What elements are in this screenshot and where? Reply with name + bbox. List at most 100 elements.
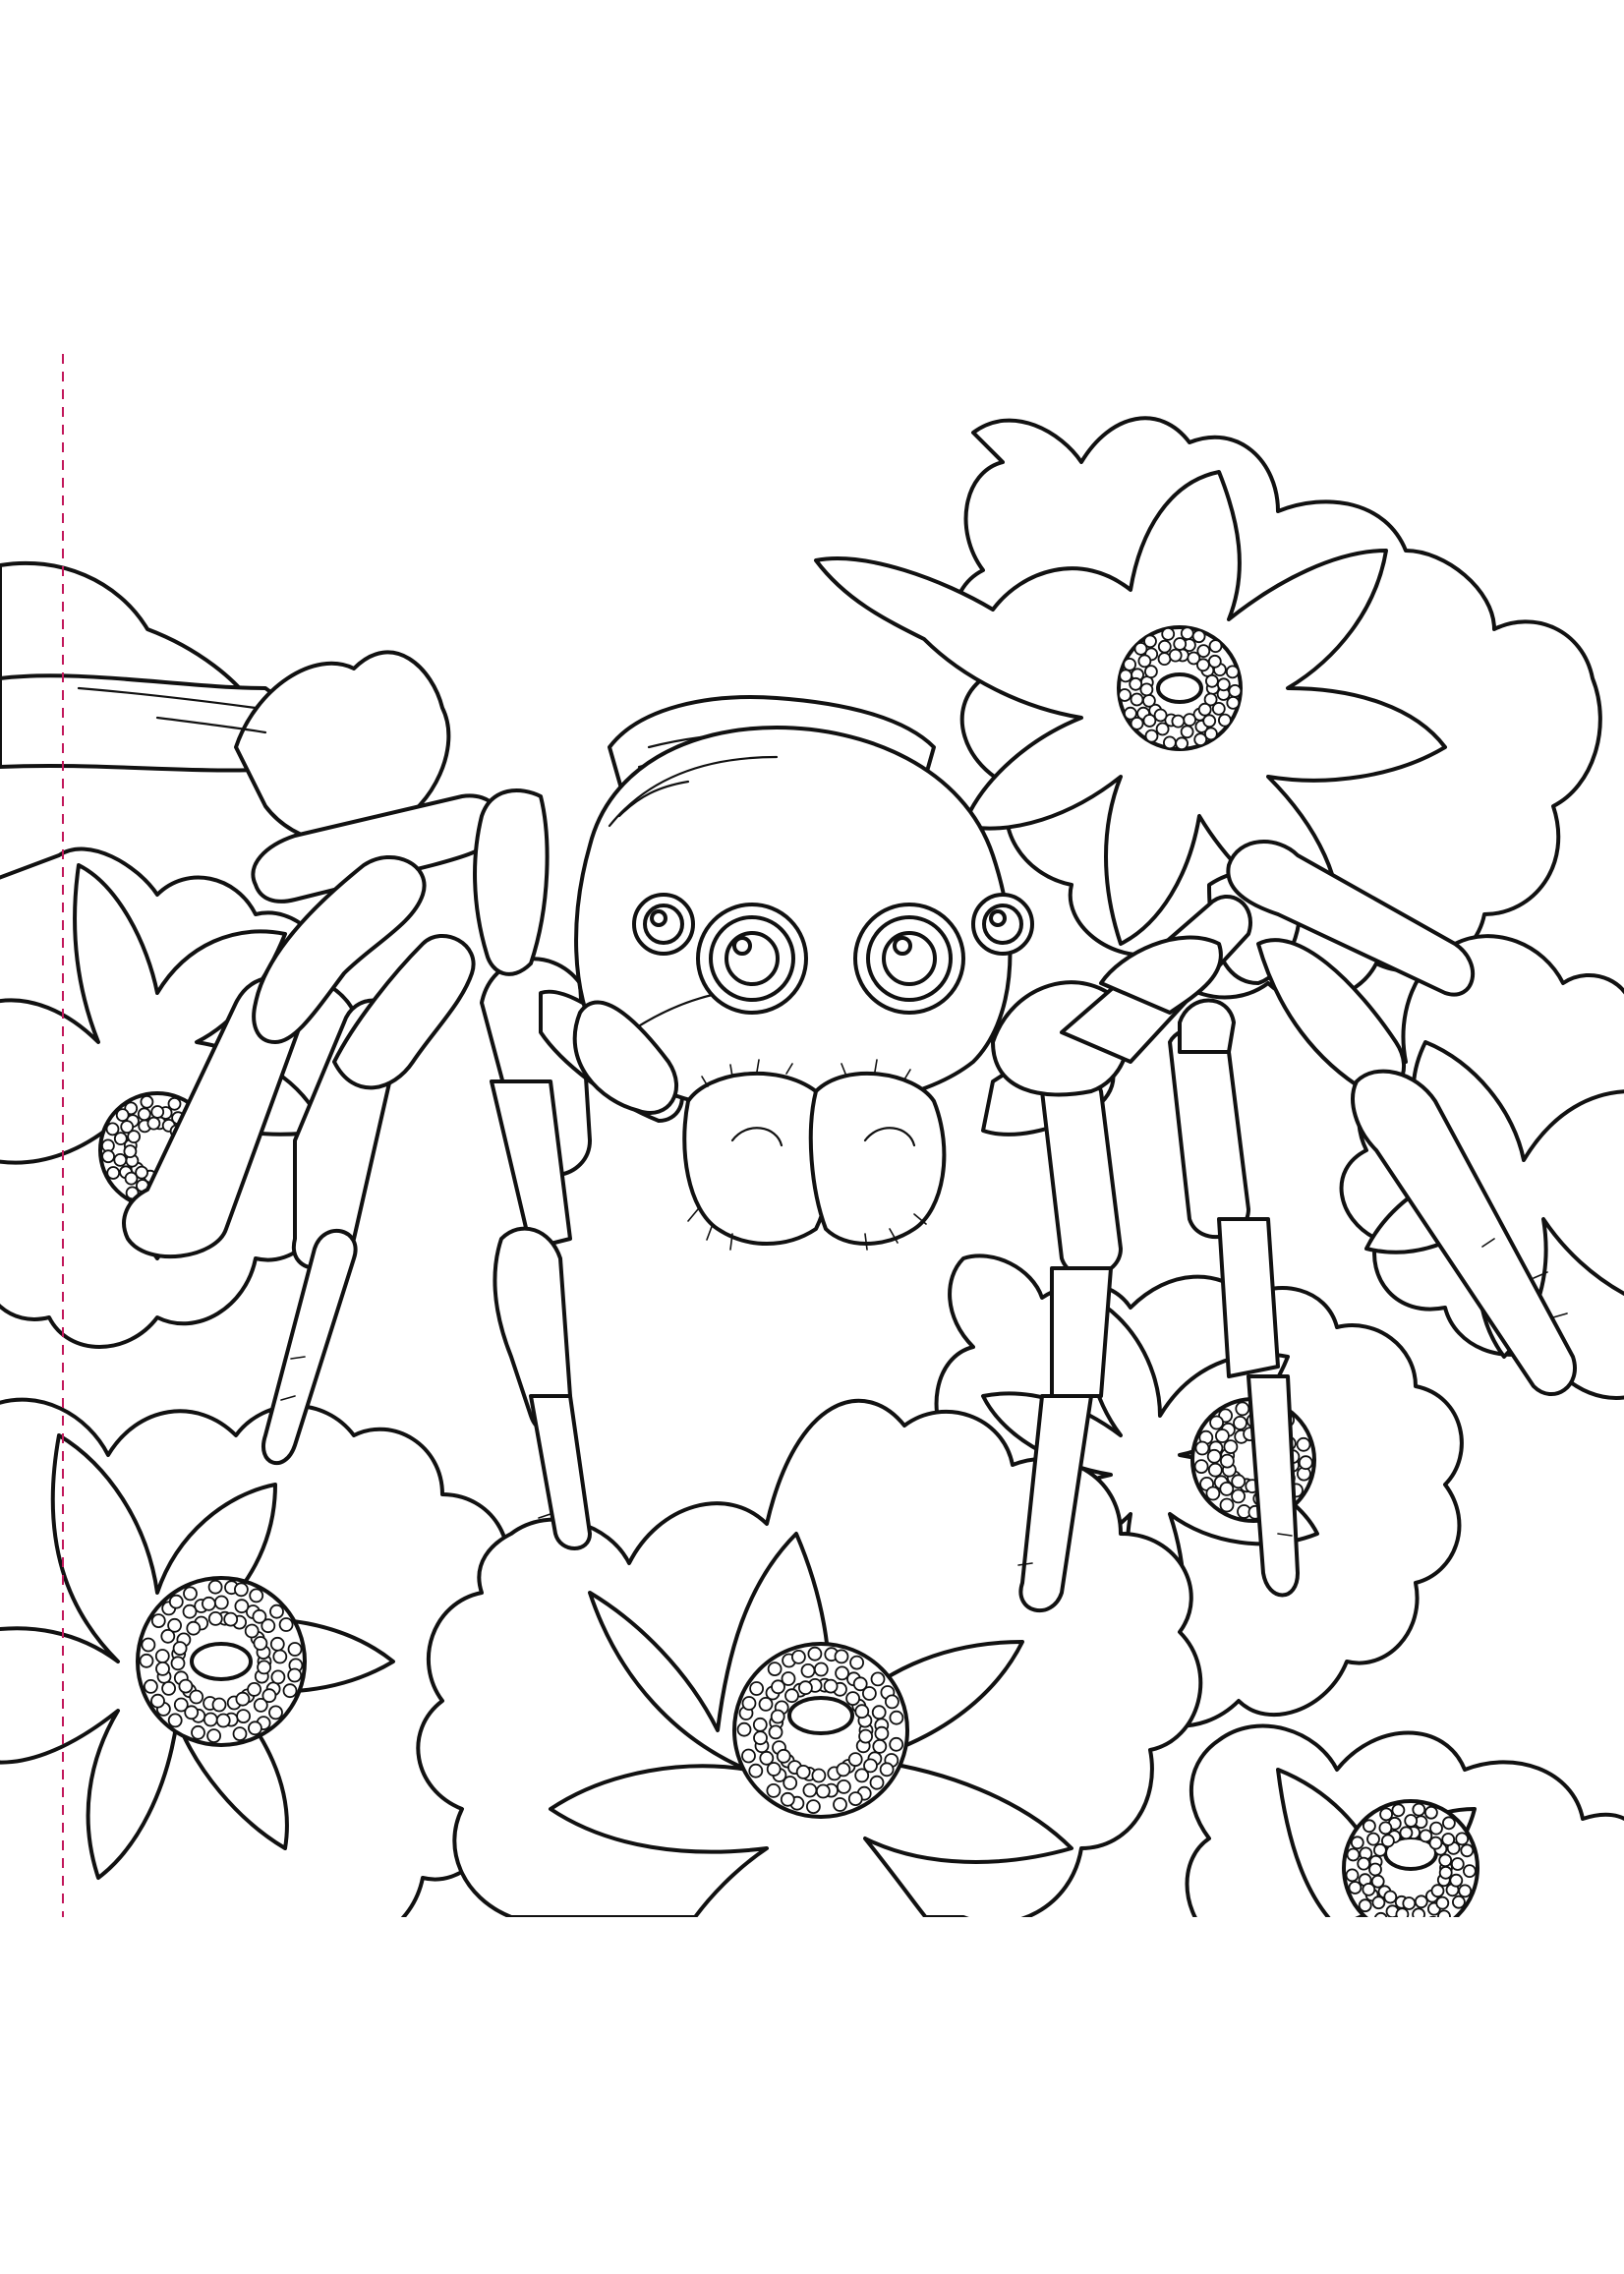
flower-center-dot bbox=[191, 1724, 205, 1740]
flower-center-dot bbox=[1428, 1836, 1443, 1850]
flower-center-dot bbox=[748, 1763, 764, 1778]
flower-center-dot bbox=[823, 1678, 839, 1694]
flower-center-dot bbox=[161, 1681, 177, 1696]
flower-center-dot bbox=[753, 1730, 768, 1746]
flower-center-dot bbox=[1211, 702, 1226, 716]
flower-center-dot bbox=[106, 1166, 121, 1180]
flower-center-dot bbox=[1412, 1802, 1426, 1817]
flower-center-dot bbox=[140, 1094, 154, 1109]
flower-center-dot bbox=[206, 1728, 222, 1743]
flower-center-dot bbox=[1157, 639, 1172, 654]
flower-center-dot bbox=[170, 1656, 186, 1671]
flower-center-dot bbox=[1231, 1474, 1247, 1489]
flower-center-dot bbox=[874, 1725, 890, 1741]
flower-center-dot bbox=[1216, 677, 1231, 692]
flower-center-dot bbox=[143, 1679, 158, 1694]
flower-center-dot bbox=[869, 1775, 885, 1790]
spider-chelicera-left bbox=[682, 1071, 833, 1246]
flower-center-dot bbox=[261, 1688, 277, 1704]
flower-center-dot bbox=[1207, 654, 1222, 669]
flower-center-dot bbox=[1412, 1907, 1425, 1917]
flower-center-dot bbox=[167, 1713, 183, 1728]
flower-center-dot bbox=[1130, 717, 1144, 730]
flower-center-dot bbox=[101, 1149, 115, 1164]
flower-center-dot bbox=[1348, 1881, 1363, 1895]
flower-center-dot bbox=[123, 1144, 138, 1158]
flower-center-dot bbox=[1142, 693, 1156, 708]
flower-center-dot bbox=[1228, 684, 1243, 698]
flower-center-dot bbox=[201, 1596, 216, 1611]
flower-center-dot bbox=[1442, 1816, 1456, 1831]
flower-center-dot bbox=[813, 1662, 829, 1677]
flower-center-dot bbox=[1194, 1440, 1210, 1456]
flower-center-dot bbox=[207, 1611, 223, 1626]
flower-center-dot bbox=[795, 1765, 811, 1779]
flower-center-dot bbox=[1173, 637, 1188, 651]
flower-center-dot bbox=[736, 1721, 752, 1737]
flower-center-dot bbox=[1219, 1497, 1235, 1513]
daisy-bottom-right bbox=[1185, 1723, 1624, 1917]
flower-center-dot bbox=[1205, 1486, 1221, 1501]
flower-center-dot bbox=[1438, 1865, 1453, 1880]
flower-center-dot bbox=[105, 1122, 120, 1137]
flower-center-dot bbox=[244, 1623, 260, 1639]
flower-center-dot bbox=[1374, 1911, 1388, 1917]
flower-center-dot bbox=[806, 1799, 821, 1814]
flower-center-dot bbox=[1430, 1884, 1445, 1898]
flower-center-dot bbox=[1220, 1453, 1235, 1469]
flower-center-dot bbox=[833, 1797, 847, 1812]
flower-center-dot bbox=[1441, 1833, 1456, 1846]
flower-center-dot bbox=[1137, 654, 1152, 669]
flower-center-dot bbox=[802, 1782, 818, 1798]
flower-center-dot bbox=[1175, 736, 1189, 751]
flower-center-dot bbox=[1207, 1462, 1223, 1478]
flower-center-dot bbox=[1196, 658, 1210, 672]
flower-center-dot bbox=[150, 1105, 165, 1119]
flower-center-dot bbox=[1118, 688, 1131, 702]
flower-center-dot bbox=[167, 1096, 182, 1111]
flower-center-dot bbox=[120, 1120, 135, 1134]
flower-center-dot bbox=[1449, 1873, 1464, 1888]
flower-center-dot bbox=[1144, 729, 1159, 743]
flower-center-dot bbox=[800, 1663, 816, 1678]
flower-center-dot bbox=[766, 1783, 782, 1798]
flower-center-dot bbox=[1346, 1847, 1361, 1862]
flower-center-dot bbox=[211, 1697, 227, 1713]
flower-center-dot bbox=[1452, 1895, 1466, 1909]
flower-center-dot bbox=[1463, 1864, 1477, 1878]
flower-center-dot bbox=[247, 1682, 262, 1697]
flower-center-dot bbox=[1235, 1401, 1250, 1417]
flower-center-dot bbox=[834, 1649, 849, 1664]
daisy-bottom-center bbox=[416, 1398, 1203, 1917]
flower-center-dot bbox=[146, 1116, 161, 1131]
flower-center-dot bbox=[150, 1613, 166, 1628]
flower-center-dot bbox=[287, 1667, 303, 1683]
flower-center-dot bbox=[1168, 648, 1183, 663]
flower-center-dot bbox=[182, 1603, 198, 1619]
flower-center-dot bbox=[252, 1608, 267, 1624]
flower-center-dot bbox=[1414, 1895, 1428, 1909]
flower-center-dot bbox=[178, 1678, 194, 1694]
flower-center-dot bbox=[233, 1582, 249, 1598]
flower-center-dot bbox=[837, 1779, 851, 1794]
flower-center-dot bbox=[235, 1691, 251, 1707]
flower-center-dot bbox=[885, 1694, 899, 1710]
flower-center-dot bbox=[1296, 1436, 1311, 1452]
flower-center-dot bbox=[1223, 1439, 1239, 1454]
flower-center-dot bbox=[287, 1642, 303, 1657]
flower-center-dot bbox=[835, 1665, 849, 1681]
flower-center-dot bbox=[1450, 1857, 1465, 1871]
flower-center-dot bbox=[784, 1688, 799, 1704]
flower-center-dot bbox=[1157, 652, 1172, 666]
flower-center-dot bbox=[1350, 1836, 1364, 1850]
flower-center-dot bbox=[1218, 713, 1232, 728]
daisy-right-mid bbox=[1339, 934, 1624, 1400]
flower-center-dot bbox=[141, 1637, 156, 1653]
flower-center-dot bbox=[1155, 722, 1170, 736]
flower-center-dot bbox=[783, 1776, 798, 1790]
flower-center-dot bbox=[1233, 1416, 1247, 1430]
flower-center-dot bbox=[879, 1762, 895, 1778]
flower-center-dot bbox=[269, 1636, 285, 1652]
flower-center-dot bbox=[1202, 714, 1217, 729]
flower-field bbox=[0, 416, 1624, 1917]
